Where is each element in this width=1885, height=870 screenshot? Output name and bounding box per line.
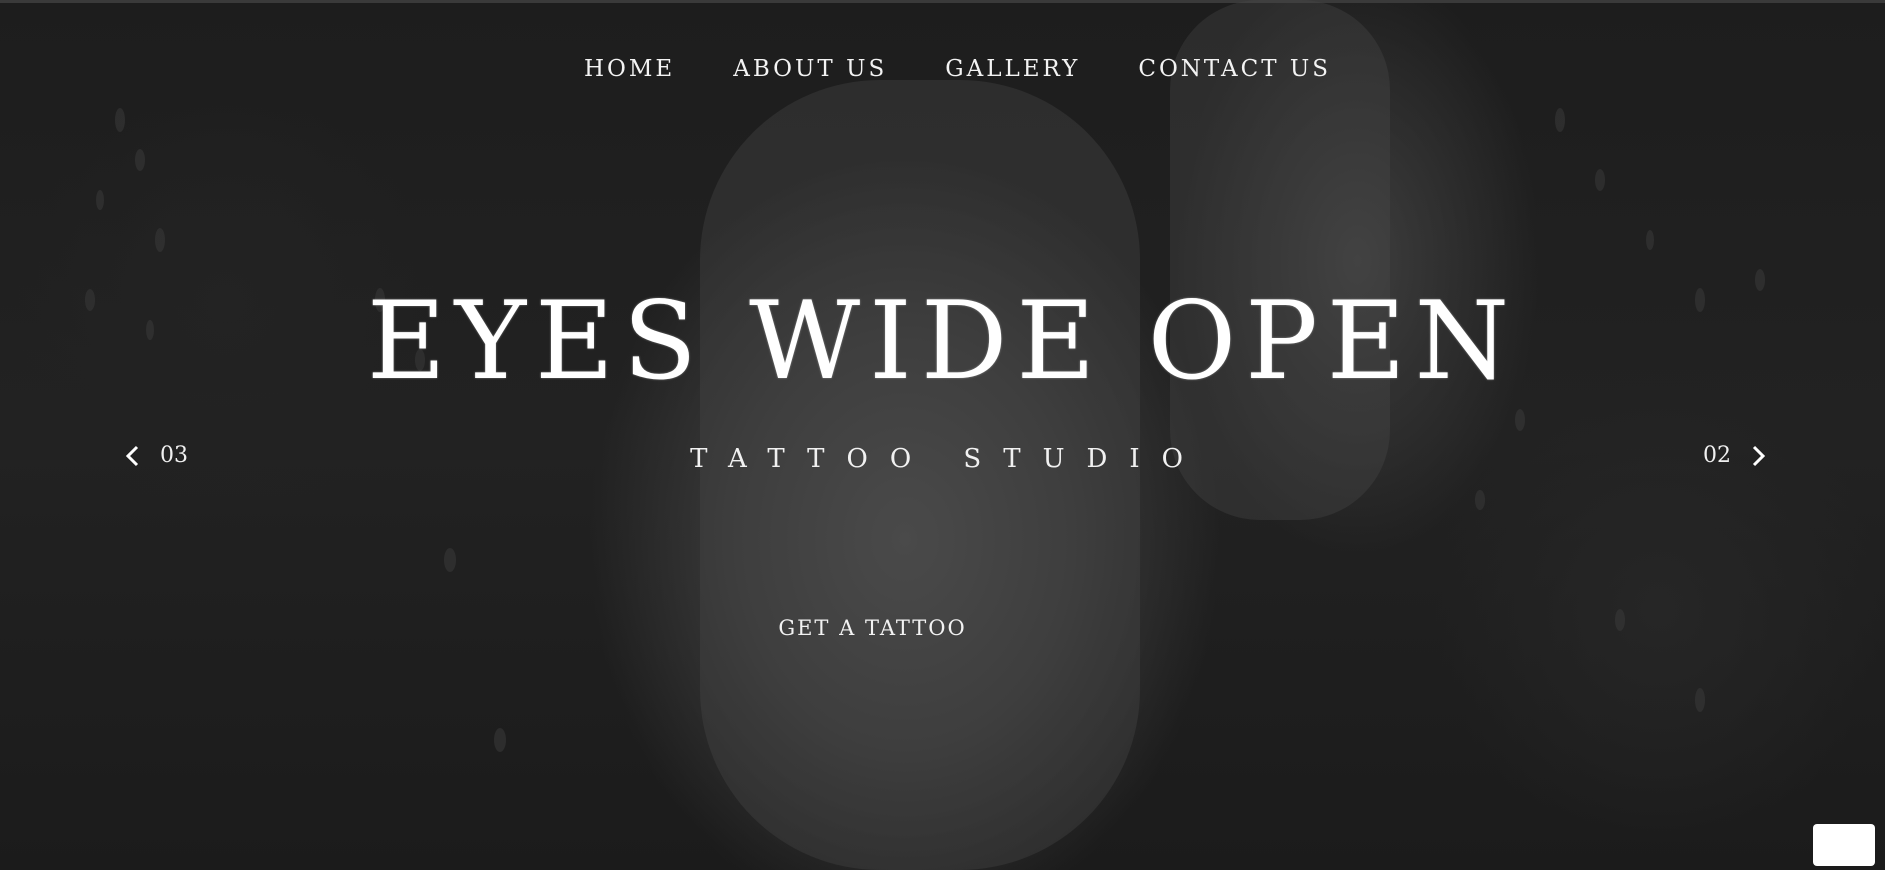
nav-item-contact-us[interactable]: CONTACT US [1138, 56, 1331, 82]
main-nav: HOME ABOUT US GALLERY CONTACT US [0, 56, 1885, 82]
get-a-tattoo-button[interactable]: GET A TATTOO [778, 616, 966, 640]
chevron-right-icon [1747, 445, 1769, 467]
slider-next-number: 02 [1703, 443, 1731, 468]
nav-item-gallery[interactable]: GALLERY [945, 56, 1080, 82]
slider-prev-button[interactable]: 03 [122, 443, 188, 468]
hero-subtitle: TATTOO STUDIO [690, 444, 1205, 474]
nav-item-home[interactable]: HOME [584, 56, 675, 82]
hero-section: HOME ABOUT US GALLERY CONTACT US EYES WI… [0, 0, 1885, 870]
chevron-left-icon [122, 445, 144, 467]
slider-prev-number: 03 [160, 443, 188, 468]
cta-container: GET A TATTOO [0, 616, 1885, 640]
nav-item-about-us[interactable]: ABOUT US [733, 56, 887, 82]
hero-title: EYES WIDE OPEN [366, 279, 1519, 404]
slider-next-button[interactable]: 02 [1703, 443, 1769, 468]
chat-widget-button[interactable] [1813, 824, 1875, 866]
background-photo [85, 0, 1765, 870]
